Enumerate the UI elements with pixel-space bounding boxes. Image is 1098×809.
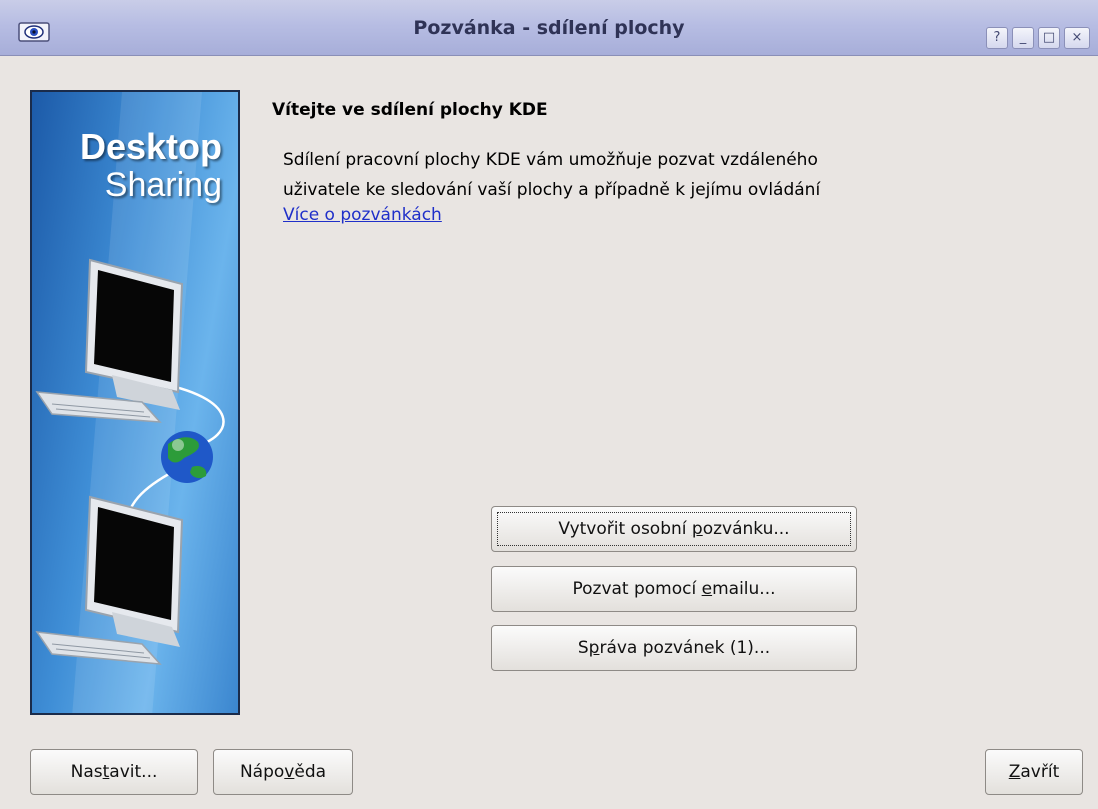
maximize-icon: □: [1042, 30, 1056, 45]
minimize-button[interactable]: _: [1012, 27, 1034, 49]
close-button[interactable]: Zavřít: [985, 749, 1083, 795]
create-personal-invitation-button[interactable]: Vytvořit osobní pozvánku...: [491, 506, 857, 552]
desktop-sharing-banner: Desktop Sharing: [30, 90, 240, 715]
minimize-icon: _: [1019, 30, 1027, 45]
help-label: Nápověda: [239, 762, 327, 782]
banner-title-line2: Sharing: [104, 166, 222, 204]
close-window-button[interactable]: ×: [1064, 27, 1090, 49]
window-title: Pozvánka - sdílení plochy: [413, 17, 685, 39]
maximize-button[interactable]: □: [1038, 27, 1060, 49]
help-titlebar-button[interactable]: ?: [986, 27, 1008, 49]
more-about-invitations-link[interactable]: Více o pozvánkách: [283, 205, 442, 225]
banner-title-line1: Desktop: [79, 126, 222, 167]
title-bar[interactable]: Pozvánka - sdílení plochy ? _ □ ×: [0, 0, 1098, 56]
help-button[interactable]: Nápověda: [213, 749, 353, 795]
welcome-description: Sdílení pracovní plochy KDE vám umožňuje…: [283, 145, 1073, 205]
invite-via-email-button[interactable]: Pozvat pomocí emailu...: [491, 566, 857, 612]
description-line-1: Sdílení pracovní plochy KDE vám umožňuje…: [283, 150, 818, 170]
manage-invitations-label: Správa pozvánek (1)...: [577, 638, 771, 658]
close-label: Zavřít: [1008, 762, 1060, 782]
globe-graphic: [161, 431, 213, 483]
create-personal-invitation-label: Vytvořit osobní pozvánku...: [558, 519, 790, 539]
configure-button[interactable]: Nastavit...: [30, 749, 198, 795]
close-icon: ×: [1071, 30, 1083, 45]
manage-invitations-button[interactable]: Správa pozvánek (1)...: [491, 625, 857, 671]
welcome-heading: Vítejte ve sdílení plochy KDE: [272, 100, 548, 120]
configure-label: Nastavit...: [70, 762, 158, 782]
invite-via-email-label: Pozvat pomocí emailu...: [572, 579, 776, 599]
description-line-2: uživatele ke sledování vaší plochy a pří…: [283, 180, 821, 200]
